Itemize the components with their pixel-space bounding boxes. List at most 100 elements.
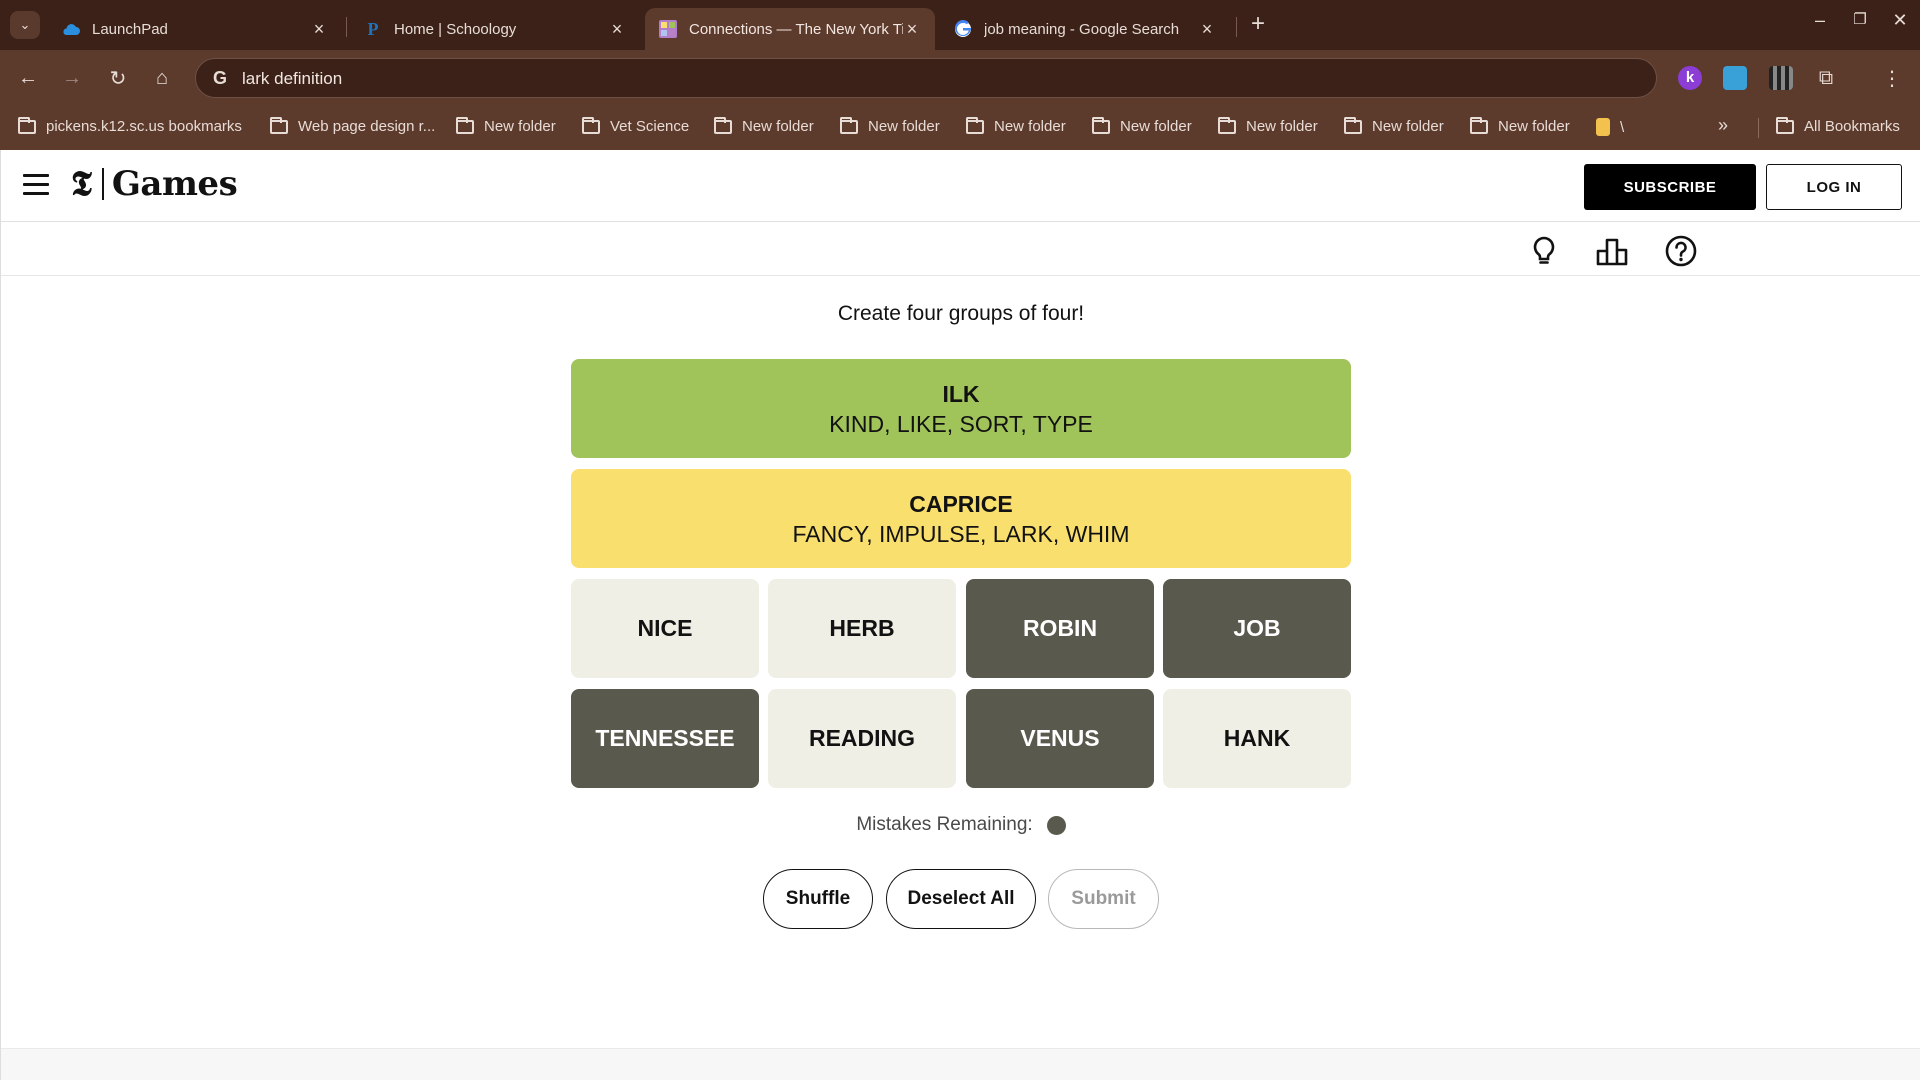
bookmark-folder[interactable]: New folder (966, 116, 1066, 135)
close-icon[interactable]: × (1198, 19, 1216, 40)
tab-title: LaunchPad (92, 20, 168, 38)
bookmark-label: New folder (1498, 118, 1570, 135)
bookmark-label: New folder (1372, 118, 1444, 135)
word-tile-job[interactable]: JOB (1163, 579, 1351, 678)
bookmark-label: \ (1620, 118, 1625, 136)
tab-launchpad[interactable]: LaunchPad × (48, 8, 342, 50)
submit-button[interactable]: Submit (1048, 869, 1159, 929)
reload-icon[interactable]: ↻ (104, 64, 132, 92)
bookmark-folder[interactable]: New folder (840, 116, 940, 135)
subscribe-button[interactable]: SUBSCRIBE (1584, 164, 1756, 210)
shuffle-button[interactable]: Shuffle (763, 869, 873, 929)
games-wordmark: Games (111, 164, 238, 204)
address-text: lark definition (242, 69, 343, 88)
restore-icon[interactable]: ❐ (1845, 10, 1875, 28)
bookmark-folder[interactable]: Web page design r... (270, 116, 436, 135)
login-button[interactable]: LOG IN (1766, 164, 1902, 210)
folder-icon (1092, 116, 1110, 134)
word-tile-nice[interactable]: NICE (571, 579, 759, 678)
folder-icon (840, 116, 858, 134)
word-tile-tennessee[interactable]: TENNESSEE (571, 689, 759, 788)
bookmark-folder[interactable]: New folder (714, 116, 814, 135)
bookmark-label: New folder (868, 118, 940, 135)
bookmark-folder[interactable]: Vet Science (582, 116, 690, 135)
tab-schoology[interactable]: P Home | Schoology × (350, 8, 640, 50)
folder-icon (18, 116, 36, 134)
extensions-puzzle-icon[interactable]: ⧉ (1812, 64, 1840, 92)
browser-toolbar: ← → ↻ ⌂ G lark definition k ⧉ ⋮ (0, 50, 1920, 106)
folder-icon (714, 116, 732, 134)
nyt-logo-glyph: 𝕿 (71, 164, 92, 204)
word-tile-hank[interactable]: HANK (1163, 689, 1351, 788)
mistake-dot (1046, 815, 1066, 835)
tab-strip: ⌄ LaunchPad × P Home | Schoology × Conne… (0, 0, 1920, 50)
address-bar[interactable]: G lark definition (195, 58, 1657, 98)
tab-google-search[interactable]: job meaning - Google Search × (940, 8, 1230, 50)
google-g-icon: G (212, 68, 227, 88)
hint-lightbulb-icon[interactable] (1527, 234, 1561, 268)
tab-connections[interactable]: Connections — The New York Times × (645, 8, 935, 50)
tab-title: Connections — The New York Times (689, 20, 903, 38)
solved-group-ilk: ILK KIND, LIKE, SORT, TYPE (571, 359, 1351, 458)
game-instructions: Create four groups of four! (837, 302, 1085, 325)
deselect-all-button[interactable]: Deselect All (886, 869, 1036, 929)
word-tile-reading[interactable]: READING (768, 689, 956, 788)
bookmark-label: All Bookmarks (1804, 118, 1900, 135)
extension-icon[interactable] (1723, 66, 1747, 90)
mistakes-remaining: Mistakes Remaining: (1, 814, 1920, 836)
close-icon[interactable]: × (903, 19, 921, 40)
bookmark-label: Vet Science (610, 118, 690, 135)
folder-icon (1776, 116, 1794, 134)
qr-extension-icon[interactable] (1769, 66, 1793, 90)
more-bookmarks-button[interactable]: » (1718, 115, 1728, 136)
kami-extension-icon[interactable]: k (1678, 66, 1702, 90)
google-icon (954, 20, 972, 38)
bookmark-managed[interactable]: pickens.k12.sc.us bookmarks (18, 116, 242, 135)
folder-icon (270, 116, 288, 134)
back-icon[interactable]: ← (14, 64, 42, 92)
folder-icon (456, 116, 474, 134)
bookmark-label: New folder (742, 118, 814, 135)
more-menu-icon[interactable]: ⋮ (1878, 64, 1906, 92)
new-tab-button[interactable]: + (1246, 12, 1270, 38)
logo-divider (101, 168, 104, 200)
bookmark-item[interactable]: \ (1596, 118, 1624, 136)
bookmark-label: Web page design r... (298, 118, 436, 135)
group-words: FANCY, IMPULSE, LARK, WHIM (792, 520, 1130, 547)
nyt-games-logo[interactable]: 𝕿 Games (71, 164, 238, 204)
page-footer (1, 1048, 1920, 1080)
bookmark-folder[interactable]: New folder (1470, 116, 1570, 135)
bookmark-folder[interactable]: New folder (456, 116, 556, 135)
page-content: 𝕿 Games SUBSCRIBE LOG IN Create four gro… (0, 150, 1920, 1080)
folder-icon (1344, 116, 1362, 134)
close-icon[interactable]: × (608, 19, 626, 40)
word-tile-venus[interactable]: VENUS (966, 689, 1154, 788)
tab-divider (1236, 17, 1237, 37)
word-tile-herb[interactable]: HERB (768, 579, 956, 678)
game-toolbar (1, 222, 1920, 276)
bookmark-folder[interactable]: New folder (1218, 116, 1318, 135)
bookmark-folder[interactable]: New folder (1344, 116, 1444, 135)
minimize-icon[interactable]: – (1805, 10, 1835, 31)
bookmark-label: New folder (1120, 118, 1192, 135)
all-bookmarks-button[interactable]: All Bookmarks (1776, 116, 1900, 135)
leaderboard-icon[interactable] (1595, 234, 1629, 268)
site-header: 𝕿 Games SUBSCRIBE LOG IN (1, 150, 1920, 222)
bookmark-favicon-icon (1596, 118, 1610, 136)
tab-divider (346, 17, 347, 37)
connections-grid-icon (659, 20, 677, 38)
tab-search-button[interactable]: ⌄ (10, 11, 40, 39)
bookmark-folder[interactable]: New folder (1092, 116, 1192, 135)
group-words: KIND, LIKE, SORT, TYPE (829, 410, 1093, 437)
forward-icon[interactable]: → (58, 64, 86, 92)
help-icon[interactable] (1664, 234, 1698, 268)
home-icon[interactable]: ⌂ (148, 64, 176, 92)
bookmark-divider (1758, 118, 1759, 138)
folder-icon (1470, 116, 1488, 134)
close-icon[interactable]: × (310, 19, 328, 40)
close-window-icon[interactable]: ✕ (1885, 10, 1915, 31)
hamburger-menu-icon[interactable] (23, 174, 49, 196)
word-tile-robin[interactable]: ROBIN (966, 579, 1154, 678)
folder-icon (1218, 116, 1236, 134)
bookmark-label: New folder (994, 118, 1066, 135)
